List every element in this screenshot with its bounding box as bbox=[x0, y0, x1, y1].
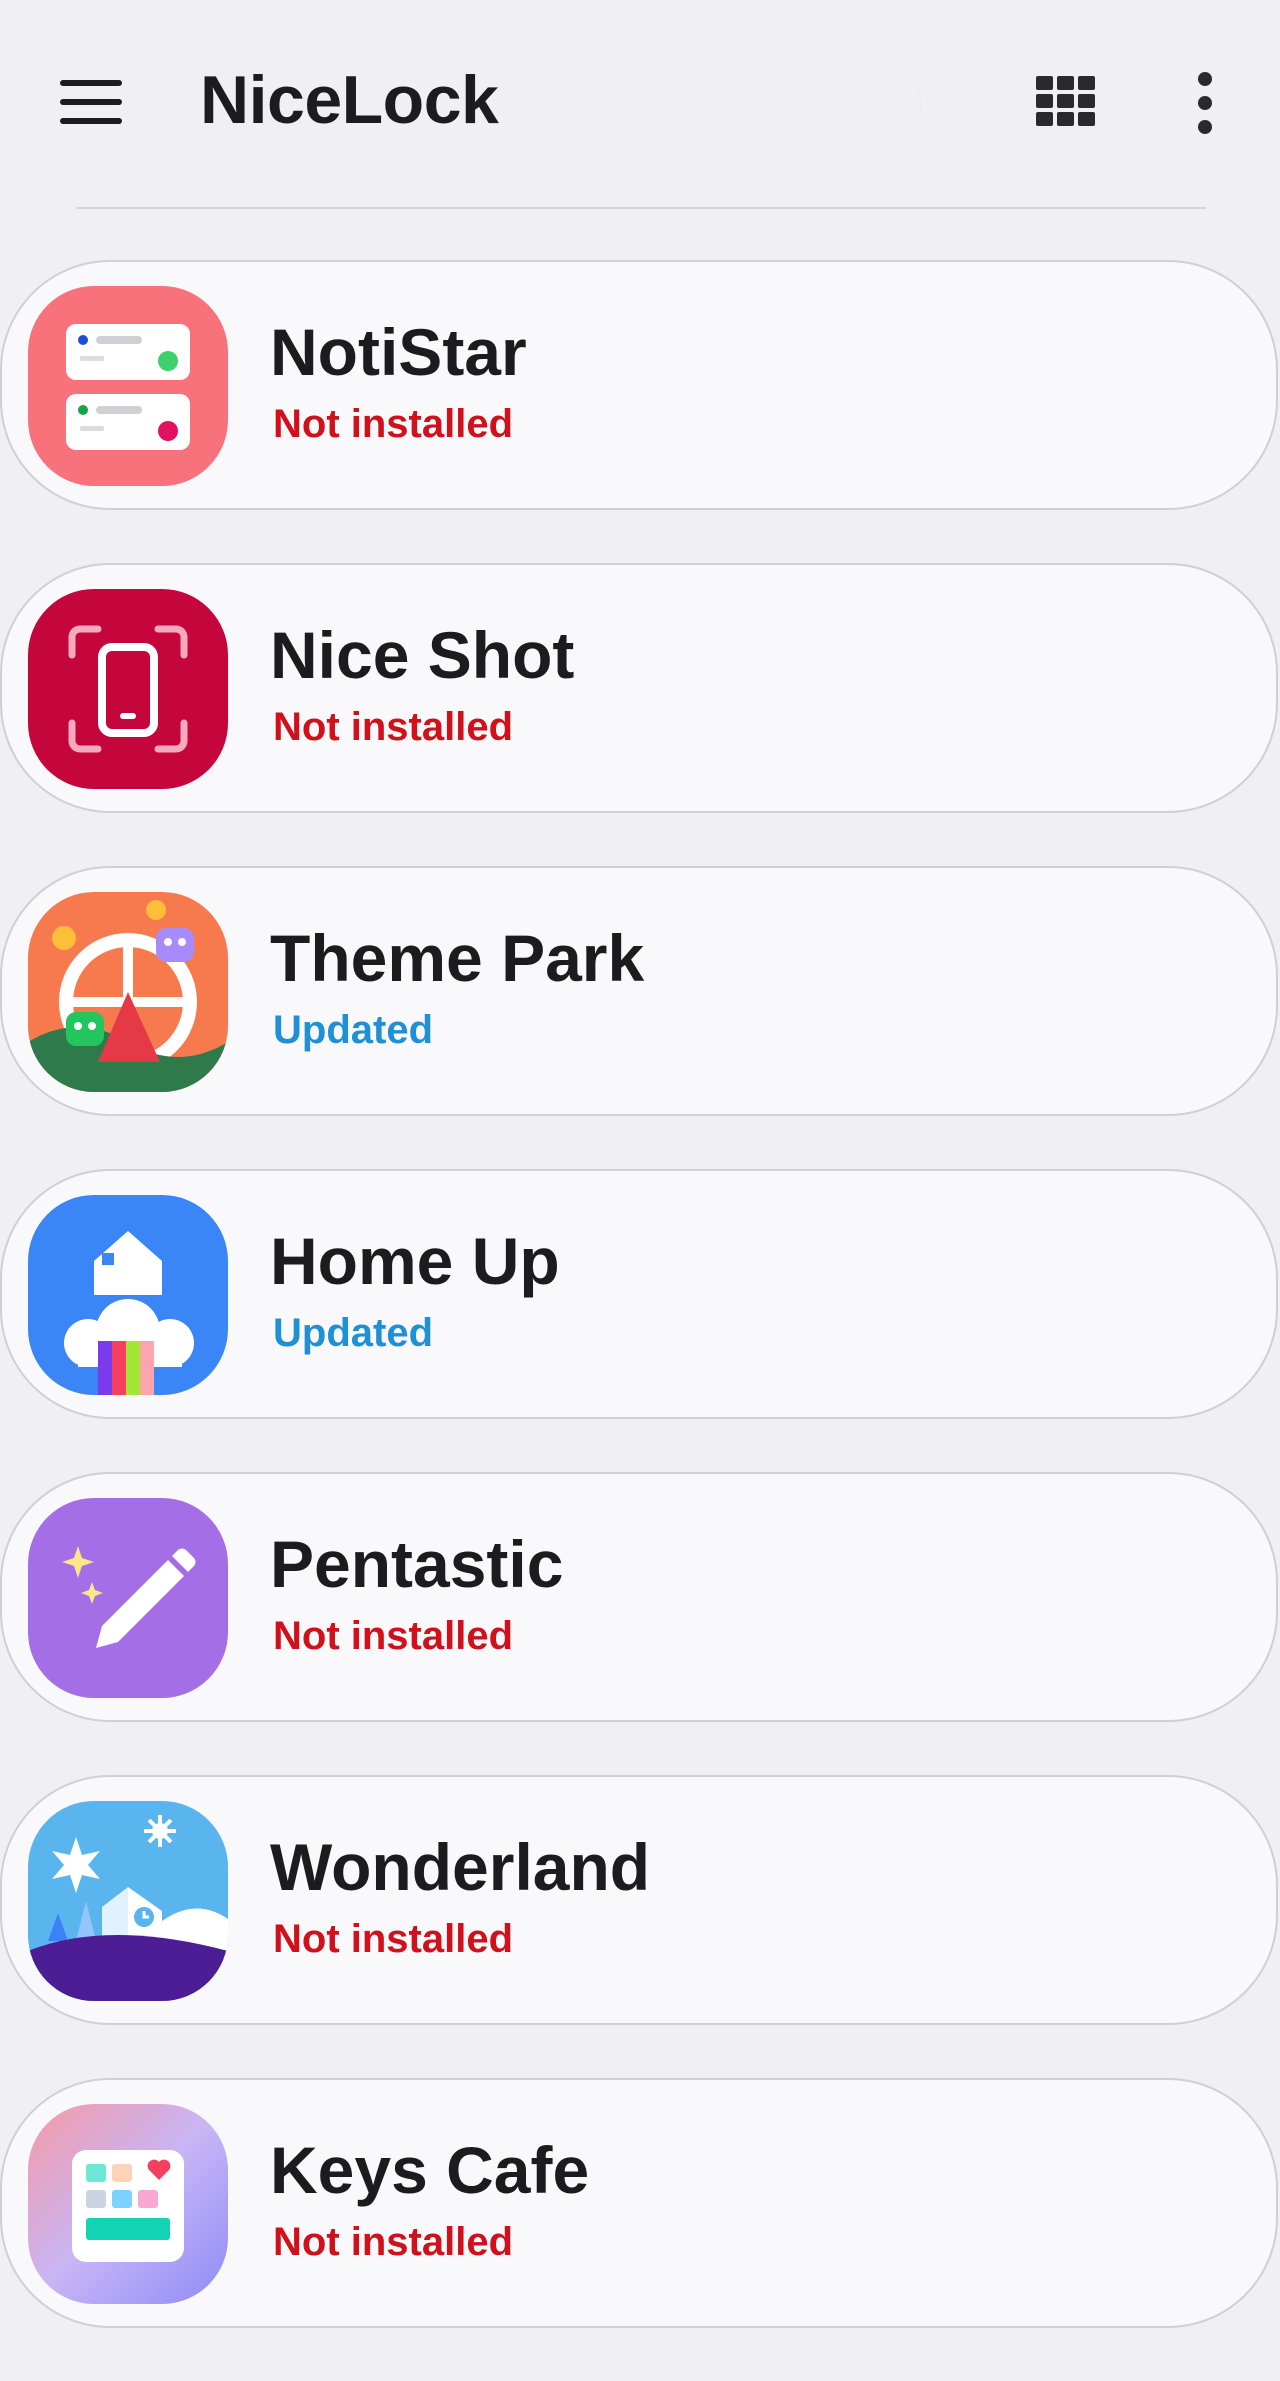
keys-cafe-icon bbox=[28, 2104, 228, 2304]
module-name: Nice Shot bbox=[270, 618, 575, 692]
module-status: Updated bbox=[273, 1311, 433, 1355]
module-name: Wonderland bbox=[270, 1830, 651, 1904]
notistar-icon bbox=[28, 286, 228, 486]
module-card-pentastic[interactable]: Pentastic Not installed bbox=[0, 1472, 1278, 1722]
module-card-wonderland[interactable]: Wonderland Not installed bbox=[0, 1775, 1278, 2025]
module-status: Not installed bbox=[273, 1917, 514, 1961]
module-card-theme-park[interactable]: Theme Park Updated bbox=[0, 866, 1278, 1116]
module-status: Updated bbox=[273, 1008, 433, 1052]
module-card-notistar[interactable]: NotiStar Not installed bbox=[0, 260, 1278, 510]
wonderland-icon bbox=[28, 1801, 228, 2001]
module-status: Not installed bbox=[273, 2220, 514, 2264]
hamburger-menu-icon[interactable] bbox=[60, 78, 124, 126]
more-vertical-icon[interactable] bbox=[1190, 72, 1220, 134]
home-up-icon bbox=[28, 1195, 228, 1395]
app-title: NiceLock bbox=[200, 62, 499, 138]
module-name: Theme Park bbox=[270, 921, 645, 995]
module-name: Keys Cafe bbox=[270, 2133, 590, 2207]
module-card-keys-cafe[interactable]: Keys Cafe Not installed bbox=[0, 2078, 1278, 2328]
nice-shot-icon bbox=[28, 589, 228, 789]
module-card-home-up[interactable]: Home Up Updated bbox=[0, 1169, 1278, 1419]
module-status: Not installed bbox=[273, 402, 514, 446]
grid-view-icon[interactable] bbox=[1036, 76, 1096, 126]
pentastic-icon bbox=[28, 1498, 228, 1698]
module-status: Not installed bbox=[273, 705, 514, 749]
module-name: Home Up bbox=[270, 1224, 560, 1298]
module-card-nice-shot[interactable]: Nice Shot Not installed bbox=[0, 563, 1278, 813]
module-name: Pentastic bbox=[270, 1527, 564, 1601]
theme-park-icon bbox=[28, 892, 228, 1092]
module-name: NotiStar bbox=[270, 315, 527, 389]
moon-icon[interactable] bbox=[878, 68, 938, 138]
header-divider bbox=[76, 207, 1206, 209]
module-status: Not installed bbox=[273, 1614, 514, 1658]
app-bar: NiceLock bbox=[0, 0, 1280, 205]
